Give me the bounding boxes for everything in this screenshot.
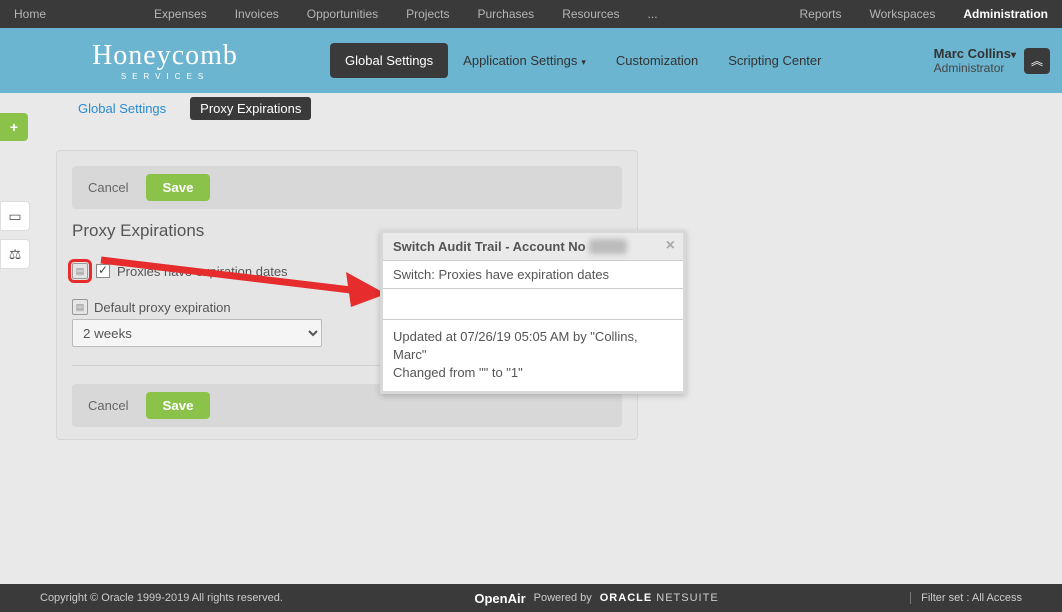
cancel-button-bottom[interactable]: Cancel — [88, 398, 128, 413]
openair-logo: OpenAir — [474, 591, 525, 606]
collapse-header-button[interactable]: ︽ — [1024, 48, 1050, 74]
nav-projects[interactable]: Projects — [392, 7, 463, 21]
nav-workspaces[interactable]: Workspaces — [856, 7, 950, 21]
hnav-scripting-center[interactable]: Scripting Center — [713, 43, 836, 78]
balance-button[interactable]: ⚖ — [0, 239, 30, 269]
popup-title: Switch Audit Trail - Account No 000 × — [383, 233, 683, 261]
save-button-top[interactable]: Save — [146, 174, 209, 201]
chevron-up-icon: ︽ — [1031, 52, 1043, 69]
top-nav: Home Expenses Invoices Opportunities Pro… — [0, 0, 1062, 28]
footer-copyright: Copyright © Oracle 1999-2019 All rights … — [40, 592, 283, 604]
left-rail: + ▭ ⚖ — [0, 93, 28, 277]
header: Honeycomb SERVICES Global Settings Appli… — [0, 28, 1062, 93]
audit-trail-icon[interactable]: ▤ — [72, 263, 88, 279]
add-button[interactable]: + — [0, 113, 28, 141]
plus-icon: + — [10, 119, 18, 135]
save-button-bottom[interactable]: Save — [146, 392, 209, 419]
nav-resources[interactable]: Resources — [548, 7, 633, 21]
top-button-row: Cancel Save — [72, 166, 622, 209]
footer: Copyright © Oracle 1999-2019 All rights … — [0, 584, 1062, 612]
footer-powered: Powered by — [534, 592, 592, 604]
close-icon: × — [666, 237, 675, 254]
nav-administration[interactable]: Administration — [949, 7, 1062, 21]
nav-expenses[interactable]: Expenses — [140, 7, 221, 21]
oracle-netsuite-logo: ORACLE NETSUITE — [600, 592, 719, 604]
chat-button[interactable]: ▭ — [0, 201, 30, 231]
hnav-application-settings[interactable]: Application Settings — [448, 43, 601, 78]
footer-filter[interactable]: Filter set : All Access — [910, 592, 1022, 604]
nav-more[interactable]: ... — [634, 7, 672, 21]
logo[interactable]: Honeycomb SERVICES — [0, 40, 330, 81]
cancel-button-top[interactable]: Cancel — [88, 180, 128, 195]
popup-empty-row — [383, 289, 683, 320]
breadcrumb-root[interactable]: Global Settings — [68, 97, 176, 120]
speech-bubble-icon: ▭ — [8, 208, 21, 225]
breadcrumb-current: Proxy Expirations — [190, 97, 311, 120]
nav-reports[interactable]: Reports — [785, 7, 855, 21]
popup-updated-line: Updated at 07/26/19 05:05 AM by "Collins… — [393, 328, 673, 364]
popup-close-button[interactable]: × — [666, 237, 675, 255]
nav-purchases[interactable]: Purchases — [463, 7, 548, 21]
balance-scale-icon: ⚖ — [9, 246, 22, 263]
redacted-account-no: 000 — [589, 239, 627, 254]
hnav-global-settings[interactable]: Global Settings — [330, 43, 448, 78]
hnav-customization[interactable]: Customization — [601, 43, 713, 78]
header-nav: Global Settings Application Settings Cus… — [330, 43, 934, 78]
breadcrumb: Global Settings Proxy Expirations — [0, 93, 1062, 123]
popup-changed-line: Changed from "" to "1" — [393, 364, 673, 382]
nav-invoices[interactable]: Invoices — [221, 7, 293, 21]
nav-opportunities[interactable]: Opportunities — [293, 7, 392, 21]
audit-trail-popup: Switch Audit Trail - Account No 000 × Sw… — [380, 230, 686, 394]
default-expiration-select[interactable]: 2 weeks — [72, 319, 322, 347]
user-role: Administrator — [934, 61, 1016, 75]
popup-switch-row: Switch: Proxies have expiration dates — [383, 261, 683, 289]
audit-trail-icon[interactable]: ▤ — [72, 299, 88, 315]
logo-subtext: SERVICES — [121, 72, 209, 81]
proxies-expiration-label: Proxies have expiration dates — [117, 264, 288, 279]
default-expiration-label: Default proxy expiration — [94, 300, 231, 315]
user-menu[interactable]: Marc Collins▾ Administrator ︽ — [934, 46, 1062, 75]
popup-body: Updated at 07/26/19 05:05 AM by "Collins… — [383, 320, 683, 391]
logo-text: Honeycomb — [92, 40, 238, 72]
nav-home[interactable]: Home — [0, 7, 60, 21]
proxies-expiration-checkbox[interactable] — [96, 264, 110, 278]
user-name: Marc Collins — [934, 46, 1011, 61]
